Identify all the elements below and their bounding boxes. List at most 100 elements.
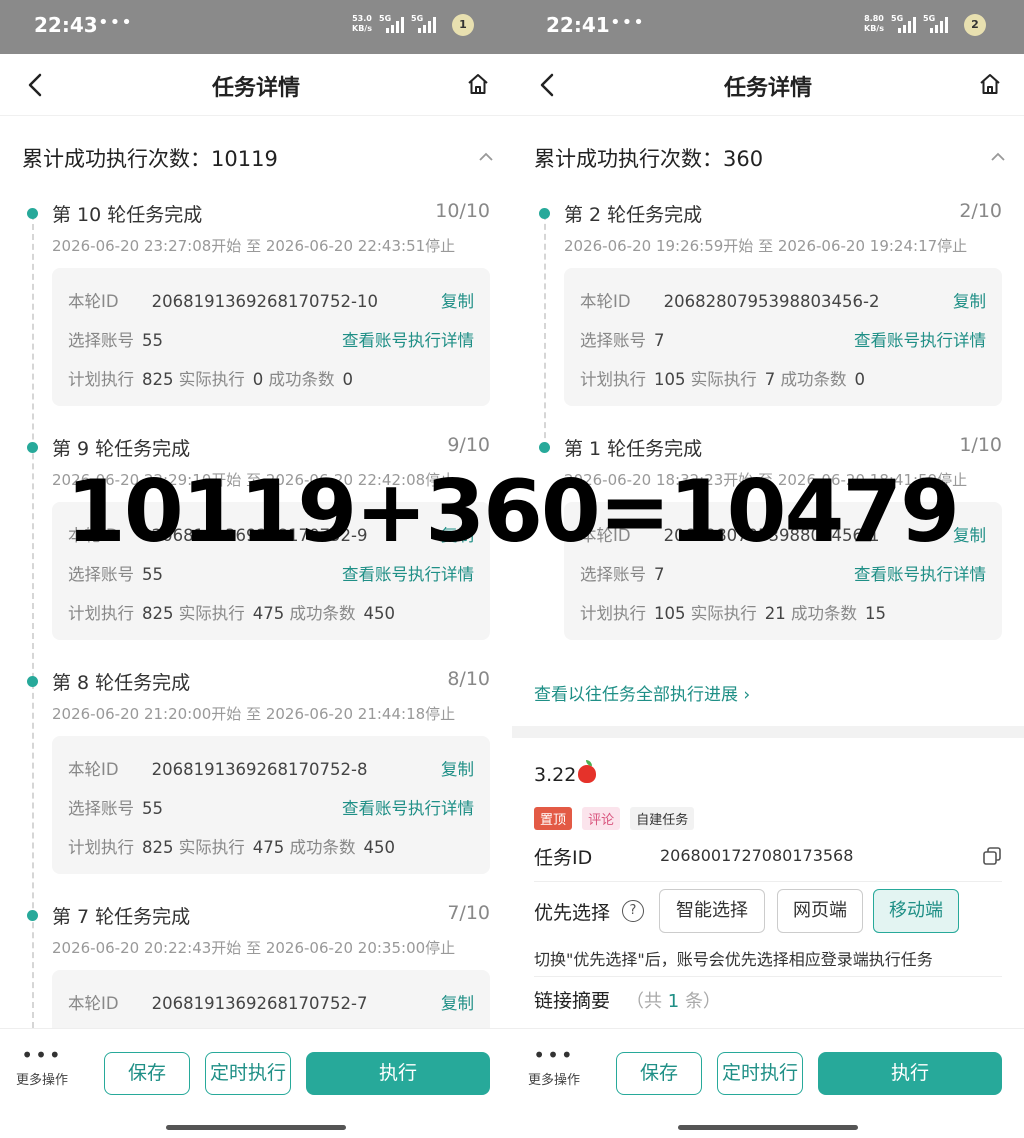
- collapse-chevron-up-icon[interactable]: [478, 152, 494, 162]
- account-label: 选择账号: [68, 565, 134, 584]
- task-id-value: 2068001727080173568: [660, 846, 854, 865]
- status-bar: 22:41 ••• 8.80 KB/s 5G 5G 2: [512, 0, 1024, 54]
- round-detail-card: 本轮ID 2068191369268170752-10 复制 选择账号 55 查看账号…: [52, 268, 490, 406]
- priority-label: 优先选择: [534, 902, 611, 924]
- section-divider: [512, 726, 1024, 738]
- round-id-label: 本轮ID: [580, 526, 631, 545]
- link-summary: 链接摘要 （共 1 条）: [534, 986, 721, 1013]
- success-label: 成功条数: [268, 370, 335, 389]
- status-time: 22:41: [546, 13, 610, 37]
- link-count-suffix: 条）: [684, 991, 721, 1012]
- round-title: 第 1 轮任务完成: [564, 438, 703, 460]
- account-label: 选择账号: [68, 331, 134, 350]
- schedule-run-button[interactable]: 定时执行: [717, 1052, 803, 1095]
- plan-value: 825: [142, 604, 174, 623]
- account-count: 55: [142, 799, 163, 818]
- plan-value: 105: [654, 604, 686, 623]
- more-actions-button[interactable]: ••• 更多操作: [14, 1043, 70, 1088]
- copy-button[interactable]: 复制: [953, 288, 986, 312]
- actual-label: 实际执行: [178, 370, 245, 389]
- account-detail-link[interactable]: 查看账号执行详情: [854, 327, 986, 351]
- timeline-dot: [539, 442, 550, 453]
- round-time: 2026-06-20 23:27:08开始 至 2026-06-20 22:43…: [52, 237, 456, 255]
- priority-note: 切换"优先选择"后，账号会优先选择相应登录端执行任务: [534, 946, 1002, 977]
- link-count-value: 1: [667, 991, 680, 1012]
- tag-comment: 评论: [582, 807, 621, 830]
- schedule-run-button[interactable]: 定时执行: [205, 1052, 291, 1095]
- round-progress: 2/10: [959, 200, 1002, 222]
- round-time: 2026-06-20 19:26:59开始 至 2026-06-20 19:24…: [564, 237, 968, 255]
- timeline-dot: [27, 910, 38, 921]
- run-button[interactable]: 执行: [818, 1052, 1002, 1095]
- save-button[interactable]: 保存: [616, 1052, 702, 1095]
- bottom-action-bar: ••• 更多操作 保存 定时执行 执行: [512, 1028, 1024, 1138]
- more-dots-icon: •••: [21, 1043, 63, 1067]
- copy-icon[interactable]: [982, 846, 1002, 866]
- run-button[interactable]: 执行: [306, 1052, 490, 1095]
- copy-button[interactable]: 复制: [441, 990, 474, 1014]
- actual-value: 0: [252, 370, 264, 389]
- network-speed: 8.80 KB/s: [864, 14, 884, 34]
- timeline-dot: [27, 676, 38, 687]
- status-more-dots: •••: [98, 12, 133, 33]
- actual-value: 475: [252, 604, 285, 623]
- actual-value: 475: [252, 838, 285, 857]
- actual-value: 21: [764, 604, 786, 623]
- screenshot-composite: 22:43 ••• 53.0 KB/s 5G 5G 1 任务详情 累计成功执行次数…: [0, 0, 1024, 1138]
- option-mobile-selected[interactable]: 移动端: [873, 889, 959, 933]
- round-id-value: 2068280795398803456-2: [663, 292, 880, 311]
- network-speed: 53.0 KB/s: [352, 14, 372, 34]
- account-detail-link[interactable]: 查看账号执行详情: [342, 795, 474, 819]
- copy-button[interactable]: 复制: [441, 756, 474, 780]
- round-id-value: 2068191369268170752-8: [151, 760, 368, 779]
- timeline-dot: [539, 208, 550, 219]
- home-icon[interactable]: [978, 72, 1002, 96]
- bottom-action-bar: ••• 更多操作 保存 定时执行 执行: [0, 1028, 512, 1138]
- save-button[interactable]: 保存: [104, 1052, 190, 1095]
- round-title: 第 7 轮任务完成: [52, 906, 191, 928]
- left-phone-screen: 22:43 ••• 53.0 KB/s 5G 5G 1 任务详情 累计成功执行次数…: [0, 0, 512, 1138]
- plan-value: 825: [142, 370, 174, 389]
- network-speed-value: 8.80: [864, 14, 884, 23]
- home-indicator: [166, 1125, 346, 1130]
- success-total: 累计成功执行次数：10119: [22, 147, 278, 171]
- help-icon[interactable]: ?: [622, 900, 644, 922]
- round-id-value: 2068191369268170752-9: [151, 526, 368, 545]
- nav-bar: 任务详情: [512, 54, 1024, 116]
- round-detail-card: 本轮ID 2068191369268170752-9 复制 选择账号 55 查看账号执…: [52, 502, 490, 640]
- success-value: 0: [342, 370, 354, 389]
- actual-label: 实际执行: [178, 604, 245, 623]
- more-actions-button[interactable]: ••• 更多操作: [526, 1045, 582, 1088]
- round-title: 第 8 轮任务完成: [52, 672, 191, 694]
- success-value: 450: [363, 838, 396, 857]
- success-value: 0: [854, 370, 866, 389]
- actual-label: 实际执行: [690, 370, 757, 389]
- account-label: 选择账号: [580, 565, 646, 584]
- account-detail-link[interactable]: 查看账号执行详情: [342, 327, 474, 351]
- account-detail-link[interactable]: 查看账号执行详情: [854, 561, 986, 585]
- network-speed-unit: KB/s: [352, 24, 372, 33]
- success-value: 15: [865, 604, 886, 623]
- round-title: 第 10 轮任务完成: [52, 204, 203, 226]
- account-detail-link[interactable]: 查看账号执行详情: [342, 561, 474, 585]
- battery-icon: 1: [452, 14, 474, 36]
- copy-button[interactable]: 复制: [441, 288, 474, 312]
- priority-row: 优先选择 ? 智能选择 网页端 移动端: [534, 886, 1002, 936]
- home-icon[interactable]: [466, 72, 490, 96]
- collapse-chevron-up-icon[interactable]: [990, 152, 1006, 162]
- copy-button[interactable]: 复制: [441, 522, 474, 546]
- round-id-label: 本轮ID: [580, 292, 631, 311]
- round-progress: 1/10: [959, 434, 1002, 456]
- option-smart[interactable]: 智能选择: [659, 889, 765, 933]
- round-time: 2026-06-20 20:22:43开始 至 2026-06-20 20:35…: [52, 939, 456, 957]
- plan-label: 计划执行: [580, 604, 646, 623]
- actual-label: 实际执行: [690, 604, 757, 623]
- history-progress-link[interactable]: 查看以往任务全部执行进展 ›: [534, 680, 750, 705]
- actual-label: 实际执行: [178, 838, 245, 857]
- task-name-text: 3.22: [534, 764, 577, 786]
- signal-icon: [386, 17, 408, 33]
- round-id-label: 本轮ID: [68, 994, 119, 1013]
- task-id-row: 任务ID 2068001727080173568: [534, 840, 1002, 882]
- option-web[interactable]: 网页端: [777, 889, 863, 933]
- copy-button[interactable]: 复制: [953, 522, 986, 546]
